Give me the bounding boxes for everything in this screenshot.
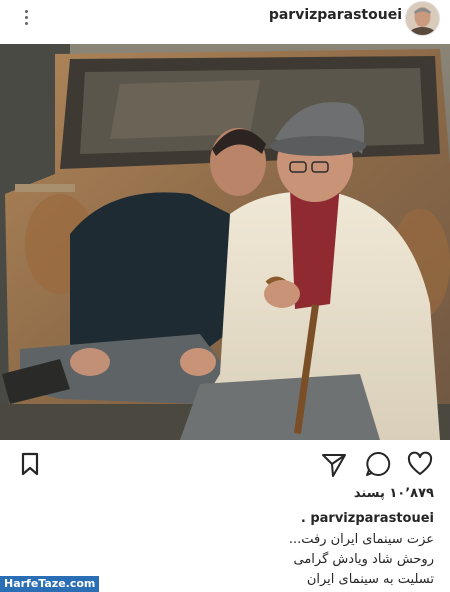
- instagram-post: parvizparastouei ۱۰٬۸۷۹ پسند parvizparas…: [0, 0, 450, 592]
- avatar[interactable]: [405, 1, 440, 36]
- post-header: parvizparastouei: [0, 0, 450, 44]
- caption-username[interactable]: parvizparastouei .: [301, 511, 434, 526]
- watermark: HarfeTaze.com: [0, 576, 100, 592]
- caption-line: عزت سینمای ایران رفت...: [288, 532, 434, 547]
- bookmark-icon[interactable]: [16, 450, 44, 478]
- likes-count[interactable]: ۱۰٬۸۷۹ پسند: [354, 486, 434, 501]
- post-caption: عزت سینمای ایران رفت... روحش شاد ویادش گ…: [134, 530, 434, 590]
- comment-icon[interactable]: [364, 450, 392, 478]
- heart-icon[interactable]: [406, 450, 434, 478]
- post-photo[interactable]: [0, 44, 450, 440]
- post-username[interactable]: parvizparastouei: [269, 7, 402, 23]
- post-actions: [0, 446, 450, 482]
- send-icon[interactable]: [320, 450, 348, 478]
- caption-line: تسلیت به سینمای ایران: [306, 572, 434, 587]
- caption-line: روحش شاد ویادش گرامی: [293, 552, 435, 567]
- more-vertical-icon[interactable]: [16, 6, 36, 28]
